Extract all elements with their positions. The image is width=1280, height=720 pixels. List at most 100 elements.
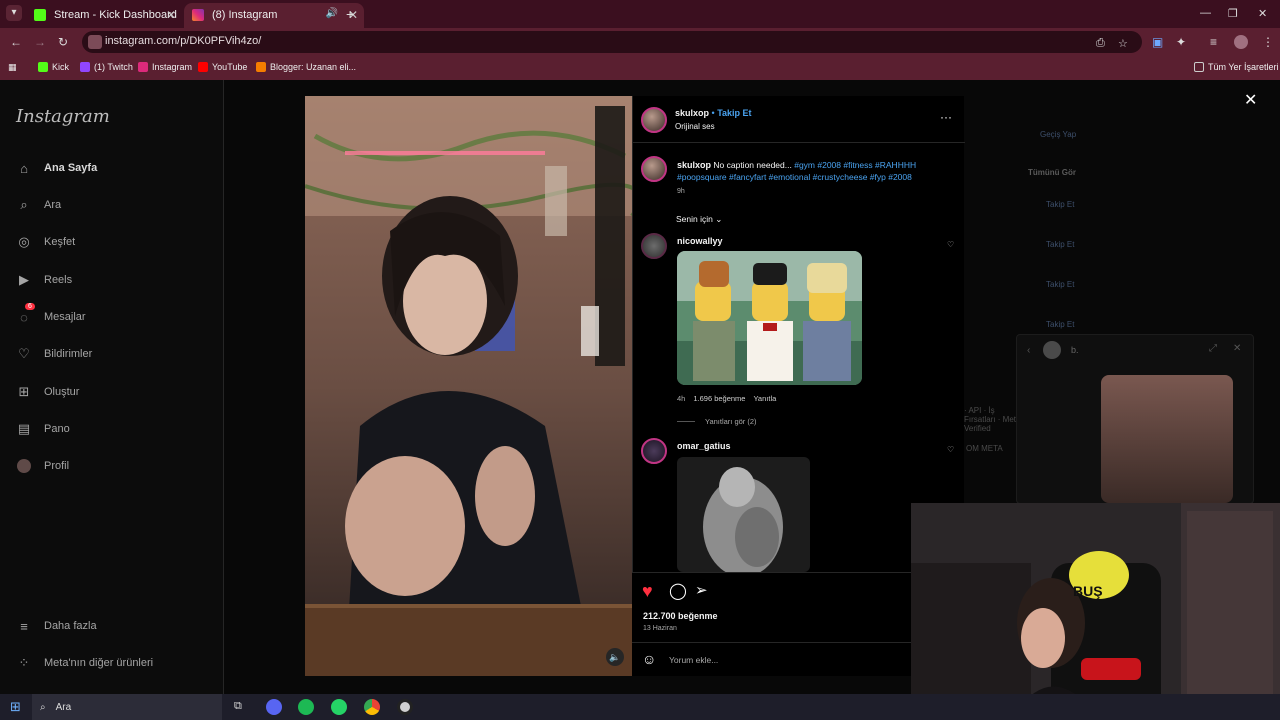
reply-button[interactable]: Yanıtla (753, 394, 776, 403)
bookmark-kick[interactable]: Kick (38, 62, 69, 72)
chrome-icon[interactable] (364, 699, 380, 715)
media-controls-icon[interactable]: ≡ (1210, 35, 1217, 49)
comment-avatar[interactable] (641, 233, 667, 259)
site-info-icon[interactable] (88, 35, 102, 49)
minimize-icon[interactable]: — (1200, 7, 1211, 19)
comment-username[interactable]: nicowallyy (677, 236, 723, 246)
follow-button[interactable]: Takip Et (717, 108, 751, 118)
follow-link[interactable]: Takip Et (1046, 240, 1074, 249)
emoji-icon[interactable]: ☺ (642, 651, 656, 667)
replies-line (677, 421, 695, 422)
taskbar-search[interactable]: ⌕ Ara (32, 694, 222, 720)
extensions-icon[interactable]: ✦ (1176, 35, 1186, 49)
sidebar-item-more[interactable]: ≡ Daha fazla (16, 618, 96, 634)
tab-instagram[interactable]: (8) Instagram 🔊 ✕ (184, 3, 364, 28)
install-icon[interactable]: ⎙ (1096, 37, 1105, 50)
reels-icon: ▶ (19, 272, 29, 287)
post-video[interactable]: 🔈 (305, 96, 632, 676)
bookmark-star-icon[interactable]: ☆ (1118, 37, 1128, 50)
bookmark-instagram[interactable]: Instagram (138, 62, 192, 72)
like-heart-icon[interactable]: ♥ (642, 581, 653, 602)
discord-icon[interactable] (266, 699, 282, 715)
bookmark-twitch[interactable]: (1) Twitch (80, 62, 133, 72)
view-replies-button[interactable]: Yanıtları gör (2) (677, 417, 757, 426)
more-options-icon[interactable]: ··· (940, 110, 952, 124)
follow-link[interactable]: Takip Et (1046, 280, 1074, 289)
mute-icon[interactable]: 🔈 (606, 648, 624, 666)
bookmark-blogger[interactable]: Blogger: Uzanan eli... (256, 62, 356, 72)
translate-icon[interactable]: ▣ (1152, 35, 1163, 49)
sidebar-item-notifications[interactable]: ♡ Bildirimler (16, 346, 92, 362)
folder-icon (1194, 62, 1204, 72)
windows-start-icon[interactable]: ⊞ (10, 699, 21, 715)
url-text: instagram.com/p/DK0PFVih4zo/ (105, 35, 262, 47)
follow-link[interactable]: Takip Et (1046, 320, 1074, 329)
sidebar-item-profile[interactable]: Profil (16, 458, 69, 474)
apps-icon[interactable]: ▦ (8, 62, 17, 73)
expand-icon[interactable]: ⤢ (1209, 343, 1217, 354)
forward-icon[interactable]: → (34, 35, 46, 49)
dm-preview-window: ‹ b. ⤢ ✕ (1016, 334, 1254, 504)
obs-icon[interactable] (397, 699, 413, 715)
address-bar-row: ← → ↻ instagram.com/p/DK0PFVih4zo/ ⎙ ☆ ▣… (0, 28, 1280, 56)
spotify-icon[interactable] (298, 699, 314, 715)
comment-username[interactable]: omar_gatius (677, 441, 731, 451)
profile-avatar-icon[interactable] (1234, 35, 1248, 49)
bookmark-youtube[interactable]: YouTube (198, 62, 247, 72)
sidebar-item-label: Keşfet (44, 236, 76, 248)
all-bookmarks[interactable]: Tüm Yer İşaretleri (1194, 62, 1279, 72)
close-tab-icon[interactable]: ✕ (166, 8, 176, 22)
meta-icon: ⁘ (18, 655, 30, 670)
chair-sign: BUŞ (1073, 583, 1103, 599)
author-avatar[interactable] (641, 107, 667, 133)
comment-likes[interactable]: 1.696 beğenme (693, 394, 745, 403)
tab-kick-dashboard[interactable]: Stream - Kick Dashboard ✕ (26, 3, 182, 28)
see-all-link[interactable]: Tümünü Gör (1028, 168, 1076, 177)
sidebar-item-home[interactable]: ⌂ Ana Sayfa (16, 160, 97, 176)
speaker-icon[interactable]: 🔊 (326, 8, 338, 19)
comment-like-icon[interactable]: ♡ (947, 240, 954, 249)
kebab-menu-icon[interactable]: ⋮ (1262, 35, 1274, 49)
caption-avatar[interactable] (641, 156, 667, 182)
lego-gif-image (677, 251, 862, 385)
comment-input[interactable]: Yorum ekle... (669, 655, 718, 665)
sidebar-item-messages[interactable]: ◌ 6 Mesajlar (16, 303, 86, 325)
tab-search-icon[interactable]: ▾ (6, 5, 22, 21)
sidebar-item-label: Profil (44, 460, 70, 472)
sidebar-item-dashboard[interactable]: ▤ Pano (16, 421, 70, 437)
dm-name: b. (1071, 345, 1079, 355)
sidebar-item-explore[interactable]: ◎ Keşfet (16, 234, 75, 250)
back-icon[interactable]: ← (10, 35, 22, 49)
share-icon[interactable]: ➢ (695, 581, 708, 599)
comment-icon[interactable]: ◯ (669, 581, 687, 601)
close-dm-icon[interactable]: ✕ (1233, 343, 1241, 354)
audio-label[interactable]: Orijinal ses (675, 122, 715, 131)
author-username[interactable]: skulxop (675, 108, 709, 118)
url-input[interactable]: instagram.com/p/DK0PFVih4zo/ ⎙ ☆ (82, 31, 1142, 53)
like-count[interactable]: 212.700 beğenme (643, 611, 718, 621)
sidebar-item-search[interactable]: ⌕ Ara (16, 197, 61, 213)
restore-icon[interactable]: ❐ (1228, 7, 1238, 20)
close-window-icon[interactable]: ✕ (1258, 7, 1267, 20)
comment-like-icon[interactable]: ♡ (947, 445, 954, 454)
whatsapp-icon[interactable] (331, 699, 347, 715)
comment-filter-dropdown[interactable]: Senin için ⌄ (676, 214, 722, 225)
caption-username[interactable]: skulxop (677, 160, 711, 170)
task-view-icon[interactable]: ⧉ (234, 700, 242, 713)
sidebar-item-create[interactable]: ⊞ Oluştur (16, 384, 80, 400)
comment-image[interactable] (677, 457, 810, 572)
instagram-logo[interactable]: Instagram (16, 106, 110, 127)
close-modal-icon[interactable]: ✕ (1244, 90, 1257, 110)
sidebar-item-meta[interactable]: ⁘ Meta'nın diğer ürünleri (16, 655, 154, 671)
switch-link[interactable]: Geçiş Yap (1040, 130, 1076, 139)
comment-gif[interactable] (677, 251, 862, 385)
caption: skulxop No caption needed... #gym #2008 … (677, 159, 947, 183)
reload-icon[interactable]: ↻ (58, 35, 68, 49)
view-replies-label: Yanıtları gör (2) (705, 417, 757, 426)
comment-avatar[interactable] (641, 438, 667, 464)
dm-shared-image[interactable] (1101, 375, 1233, 503)
back-arrow-icon[interactable]: ‹ (1027, 345, 1030, 356)
new-tab-icon[interactable]: + (346, 6, 354, 22)
follow-link[interactable]: Takip Et (1046, 200, 1074, 209)
sidebar-item-reels[interactable]: ▶ Reels (16, 272, 72, 288)
